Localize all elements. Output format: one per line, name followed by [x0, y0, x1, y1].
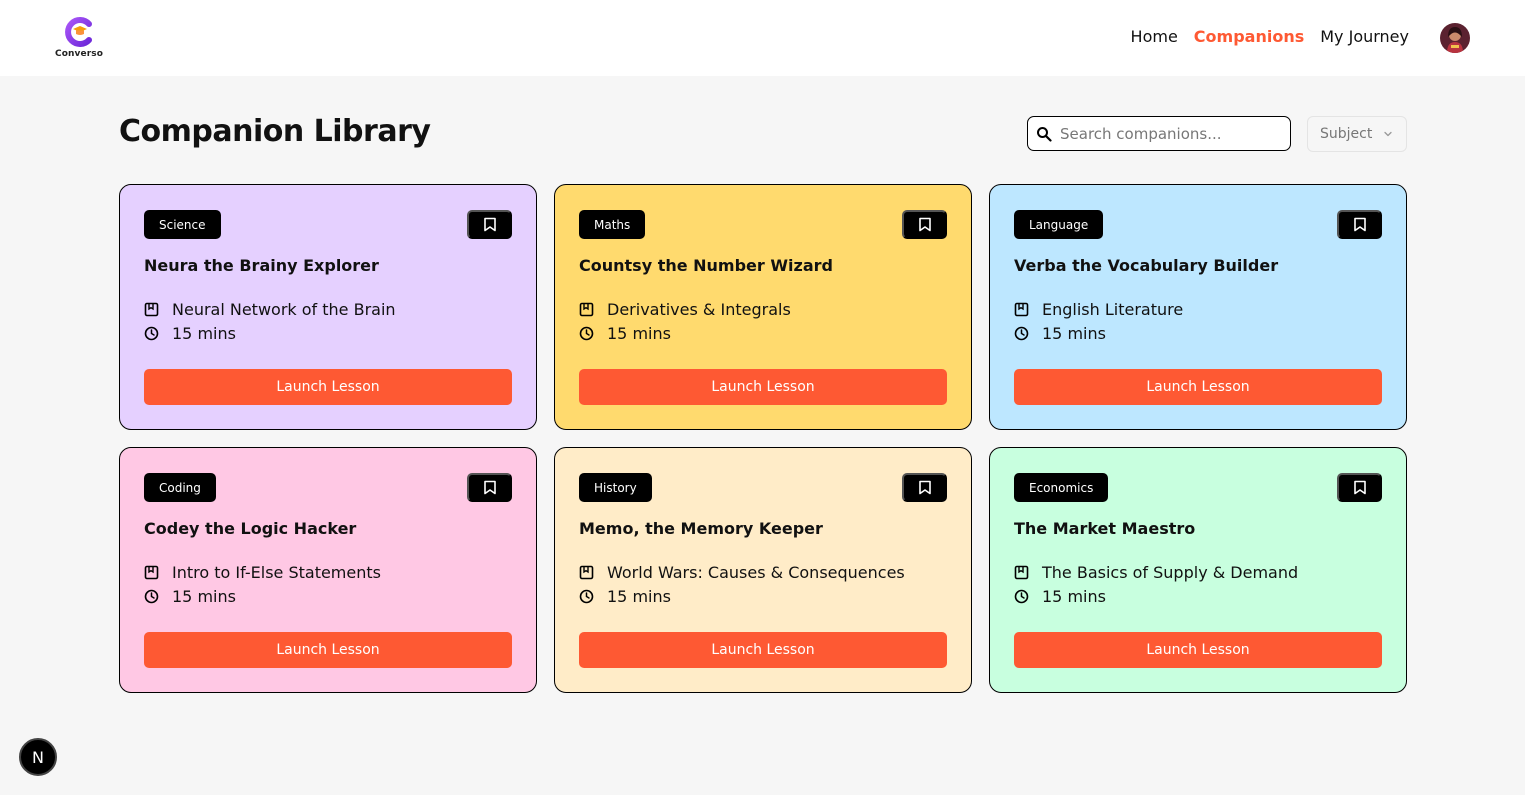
clock-icon	[1014, 326, 1029, 341]
book-icon	[144, 302, 159, 317]
companion-name: Memo, the Memory Keeper	[579, 519, 823, 538]
launch-lesson-button[interactable]: Launch Lesson	[1014, 369, 1382, 405]
nav-links: Home Companions My Journey	[1131, 27, 1409, 46]
launch-lesson-button[interactable]: Launch Lesson	[144, 632, 512, 668]
launch-lesson-button[interactable]: Launch Lesson	[1014, 632, 1382, 668]
bookmark-icon	[1353, 217, 1366, 232]
converso-logo-icon	[65, 17, 92, 47]
topic-text: The Basics of Supply & Demand	[1042, 563, 1299, 582]
launch-lesson-button[interactable]: Launch Lesson	[579, 369, 947, 405]
topic-text: Neural Network of the Brain	[172, 300, 396, 319]
companion-name: Verba the Vocabulary Builder	[1014, 256, 1279, 275]
duration-text: 15 mins	[607, 324, 671, 343]
companion-topic: Intro to If-Else Statements	[144, 563, 381, 582]
logo[interactable]: Converso	[55, 16, 103, 60]
companion-duration: 15 mins	[1014, 324, 1106, 343]
book-icon	[579, 565, 594, 580]
book-icon	[1014, 302, 1029, 317]
nextjs-icon: N	[32, 747, 44, 767]
bookmark-icon	[918, 480, 931, 495]
book-icon	[579, 302, 594, 317]
bookmark-button[interactable]	[902, 210, 947, 239]
subject-badge: Coding	[144, 473, 216, 502]
topic-text: World Wars: Causes & Consequences	[607, 563, 905, 582]
companion-duration: 15 mins	[1014, 587, 1106, 606]
subject-badge: Maths	[579, 210, 646, 239]
bookmark-icon	[918, 217, 931, 232]
companion-topic: World Wars: Causes & Consequences	[579, 563, 905, 582]
companion-card: History Memo, the Memory Keeper World Wa…	[554, 447, 972, 693]
subject-filter-select[interactable]: Subject	[1307, 116, 1407, 152]
user-avatar[interactable]	[1440, 23, 1470, 53]
companion-grid: Science Neura the Brainy Explorer Neural…	[119, 184, 1407, 693]
companion-card: Coding Codey the Logic Hacker Intro to I…	[119, 447, 537, 693]
duration-text: 15 mins	[607, 587, 671, 606]
search-input[interactable]	[1060, 124, 1270, 143]
bookmark-button[interactable]	[1337, 473, 1382, 502]
page-title: Companion Library	[119, 114, 431, 149]
bookmark-icon	[1353, 480, 1366, 495]
bookmark-button[interactable]	[902, 473, 947, 502]
companion-topic: English Literature	[1014, 300, 1183, 319]
companion-duration: 15 mins	[579, 587, 671, 606]
subject-filter-label: Subject	[1320, 126, 1373, 142]
companion-card: Language Verba the Vocabulary Builder En…	[989, 184, 1407, 430]
companion-topic: Derivatives & Integrals	[579, 300, 791, 319]
clock-icon	[144, 326, 159, 341]
companion-card: Economics The Market Maestro The Basics …	[989, 447, 1407, 693]
search-box[interactable]	[1027, 116, 1291, 151]
launch-lesson-button[interactable]: Launch Lesson	[579, 632, 947, 668]
topic-text: Derivatives & Integrals	[607, 300, 791, 319]
avatar-image	[1440, 23, 1470, 53]
brand-name: Converso	[55, 49, 103, 59]
subject-badge: Science	[144, 210, 221, 239]
duration-text: 15 mins	[1042, 587, 1106, 606]
bookmark-icon	[483, 480, 496, 495]
companion-topic: Neural Network of the Brain	[144, 300, 396, 319]
subject-badge: Language	[1014, 210, 1104, 239]
nextjs-dev-badge[interactable]: N	[19, 738, 57, 776]
clock-icon	[1014, 589, 1029, 604]
launch-lesson-button[interactable]: Launch Lesson	[144, 369, 512, 405]
duration-text: 15 mins	[172, 324, 236, 343]
companion-name: Neura the Brainy Explorer	[144, 256, 379, 275]
companion-topic: The Basics of Supply & Demand	[1014, 563, 1298, 582]
nav-home[interactable]: Home	[1131, 27, 1178, 46]
companion-duration: 15 mins	[144, 324, 236, 343]
bookmark-button[interactable]	[1337, 210, 1382, 239]
duration-text: 15 mins	[172, 587, 236, 606]
nav-companions[interactable]: Companions	[1194, 27, 1304, 46]
duration-text: 15 mins	[1042, 324, 1106, 343]
chevron-down-icon	[1384, 131, 1392, 137]
subject-badge: History	[579, 473, 652, 502]
clock-icon	[579, 326, 594, 341]
companion-duration: 15 mins	[579, 324, 671, 343]
clock-icon	[144, 589, 159, 604]
clock-icon	[579, 589, 594, 604]
book-icon	[144, 565, 159, 580]
bookmark-icon	[483, 217, 496, 232]
search-icon	[1037, 126, 1052, 142]
companion-name: Countsy the Number Wizard	[579, 256, 833, 275]
companion-card: Science Neura the Brainy Explorer Neural…	[119, 184, 537, 430]
bookmark-button[interactable]	[467, 473, 512, 502]
subject-badge: Economics	[1014, 473, 1109, 502]
topic-text: English Literature	[1042, 300, 1184, 319]
book-icon	[1014, 565, 1029, 580]
nav-my-journey[interactable]: My Journey	[1320, 27, 1409, 46]
navbar: Converso Home Companions My Journey	[0, 0, 1525, 76]
companion-card: Maths Countsy the Number Wizard Derivati…	[554, 184, 972, 430]
companion-name: The Market Maestro	[1014, 519, 1196, 538]
bookmark-button[interactable]	[467, 210, 512, 239]
topic-text: Intro to If-Else Statements	[172, 563, 381, 582]
companion-duration: 15 mins	[144, 587, 236, 606]
companion-name: Codey the Logic Hacker	[144, 519, 357, 538]
